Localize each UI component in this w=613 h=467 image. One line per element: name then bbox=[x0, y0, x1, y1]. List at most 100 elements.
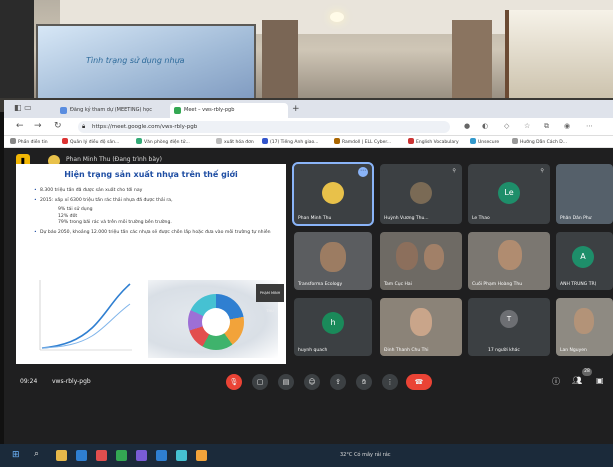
people-count-badge: 28 bbox=[582, 368, 592, 376]
chat-icon[interactable]: ▣ bbox=[596, 376, 604, 385]
bookmark-label: (17) Tiếng Anh giao... bbox=[270, 140, 319, 145]
video-face bbox=[410, 308, 432, 336]
avatar: T bbox=[500, 310, 518, 328]
bookmark-item[interactable]: Hướng Dẫn Cách D... bbox=[512, 138, 567, 145]
dark-wall bbox=[0, 0, 34, 110]
others-tile[interactable]: T 17 người khác bbox=[468, 298, 550, 356]
app-icon[interactable] bbox=[196, 450, 207, 461]
tab-bar: ◧ ▭ Đăng ký tham dự (MEETING) học Meet –… bbox=[4, 100, 613, 118]
bookmark-label: Quản lý điều độ sản... bbox=[70, 140, 120, 145]
url-field[interactable]: 🔒︎ https://meet.google.com/vws-rbly-pgb bbox=[78, 121, 450, 133]
tab-meet[interactable]: Meet – vws-rbly-pgb bbox=[170, 103, 288, 118]
slide-sub-bullet: 9% tái sử dụng bbox=[58, 207, 93, 213]
slide-bullet: Dự báo 2050, khoảng 12.000 triệu tấn các… bbox=[34, 230, 274, 237]
chrome-icon[interactable] bbox=[116, 450, 127, 461]
search-icon[interactable]: ⌕ bbox=[34, 449, 39, 459]
meeting-code: vws-rbly-pgb bbox=[52, 378, 91, 385]
participant-name: ANH TRUNG TRỊ bbox=[560, 282, 596, 287]
favorite-icon[interactable]: ☆ bbox=[524, 122, 530, 130]
projector-screen: Tình trạng sử dụng nhựa bbox=[36, 24, 256, 104]
forward-icon[interactable]: → bbox=[34, 121, 42, 131]
bookmark-label: xuất hóa đơn bbox=[224, 140, 254, 145]
participant-tile[interactable]: ⋯ Phan Minh Thu bbox=[292, 162, 374, 226]
browser-window: ◧ ▭ Đăng ký tham dự (MEETING) học Meet –… bbox=[4, 100, 613, 452]
ceiling-light bbox=[330, 12, 344, 22]
mic-toggle-button[interactable]: 🎙︎ bbox=[226, 374, 242, 390]
participant-tile[interactable]: Phân Dân Phư bbox=[556, 164, 613, 224]
bookmark-item[interactable]: xuất hóa đơn bbox=[216, 138, 254, 145]
tab-registration[interactable]: Đăng ký tham dự (MEETING) học bbox=[56, 103, 166, 118]
bookmark-item[interactable]: Unsecure bbox=[470, 138, 499, 145]
bookmark-item[interactable]: Quản lý điều độ sản... bbox=[62, 138, 119, 145]
participant-name: Tam Cục Hai bbox=[384, 282, 412, 287]
camera-toggle-button[interactable]: ▢ bbox=[252, 374, 268, 390]
window-menu-icon[interactable]: ◧ ▭ bbox=[14, 103, 32, 112]
extension-icon[interactable]: ◐ bbox=[482, 122, 488, 130]
app-icon[interactable] bbox=[96, 450, 107, 461]
participant-name: Phan Minh Thu bbox=[298, 216, 332, 221]
participant-name: Transforma Ecology bbox=[298, 282, 343, 287]
emoji-button[interactable]: ☺ bbox=[304, 374, 320, 390]
extension-icon[interactable]: ● bbox=[464, 122, 470, 130]
participant-tile[interactable]: Cuối Phạm Hoàng Thu bbox=[468, 232, 550, 290]
file-explorer-icon[interactable] bbox=[56, 450, 67, 461]
participant-tile[interactable]: Lan Nguyen bbox=[556, 298, 613, 356]
tab-favicon-icon bbox=[60, 107, 67, 114]
photo-root: Tình trạng sử dụng nhựa ◧ ▭ Đăng ký tham… bbox=[0, 0, 613, 467]
bookmark-item[interactable]: Ramdoll | ELL Cyber... bbox=[334, 138, 391, 145]
bookmark-item[interactable]: (17) Tiếng Anh giao... bbox=[262, 138, 318, 145]
present-button[interactable]: ⇪ bbox=[330, 374, 346, 390]
app-icon[interactable] bbox=[136, 450, 147, 461]
slide-sub-bullet: 79% trong bãi rác và trên môi trường bên… bbox=[58, 220, 172, 226]
bookmark-label: Ramdoll | ELL Cyber... bbox=[342, 140, 392, 145]
bookmark-item[interactable]: Văn phòng điện tử... bbox=[136, 138, 190, 145]
bookmark-item[interactable]: Phần điền tin bbox=[10, 138, 48, 145]
bookmarks-bar: Phần điền tin Quản lý điều độ sản... Văn… bbox=[4, 136, 613, 148]
extension-icon[interactable]: ◇ bbox=[504, 122, 509, 130]
new-tab-button[interactable]: + bbox=[292, 104, 300, 114]
windows-start-icon[interactable]: ⊞ bbox=[12, 450, 20, 460]
raise-hand-button[interactable]: ✋︎ bbox=[356, 374, 372, 390]
video-face bbox=[396, 242, 418, 270]
people-icon[interactable]: 👥︎ bbox=[572, 376, 582, 385]
participant-tile[interactable]: Tam Cục Hai bbox=[380, 232, 462, 290]
edge-icon[interactable] bbox=[76, 450, 87, 461]
weather-tray[interactable]: 32°C Có mây rải rác bbox=[340, 452, 391, 458]
participant-name: Đinh Thanh Chu Thi bbox=[384, 348, 429, 353]
participant-name: huynh quach bbox=[298, 348, 328, 353]
participant-tile[interactable]: Đinh Thanh Chu Thi bbox=[380, 298, 462, 356]
profile-icon[interactable]: ◉ bbox=[564, 122, 570, 130]
lock-icon: 🔒︎ bbox=[82, 123, 86, 130]
bookmark-label: Văn phòng điện tử... bbox=[144, 140, 190, 145]
bookmark-item[interactable]: English Vocabulary bbox=[408, 138, 459, 145]
meet-area: ▮ Phan Minh Thu (Đang trình bày) Hiện tr… bbox=[4, 148, 613, 444]
participant-name: Cuối Phạm Hoàng Thu bbox=[472, 282, 523, 287]
app-icon[interactable] bbox=[176, 450, 187, 461]
collections-icon[interactable]: ⧉ bbox=[544, 122, 549, 131]
menu-icon[interactable]: ⋯ bbox=[586, 122, 593, 130]
bookmark-label: Phần điền tin bbox=[18, 140, 48, 145]
app-icon[interactable] bbox=[156, 450, 167, 461]
slide-bullet: 8.300 triệu tấn đã được sản xuất cho tới… bbox=[34, 188, 274, 195]
mic-off-icon: ⚲ bbox=[540, 168, 544, 174]
reload-icon[interactable]: ↻ bbox=[54, 121, 62, 131]
more-options-icon[interactable]: ⋯ bbox=[358, 167, 368, 177]
participant-tile[interactable]: Transforma Ecology bbox=[294, 232, 372, 290]
info-icon[interactable]: ⓘ bbox=[552, 376, 560, 387]
participant-tile[interactable]: ⚲ Le Le Thao bbox=[468, 164, 550, 224]
leave-call-button[interactable]: ☎︎ bbox=[406, 374, 432, 390]
meeting-time: 09:24 bbox=[20, 378, 38, 385]
bookmark-label: English Vocabulary bbox=[416, 140, 459, 145]
back-icon[interactable]: ← bbox=[16, 121, 24, 131]
slide-title: Hiện trạng sản xuất nhựa trên thế giới bbox=[64, 170, 238, 179]
captions-button[interactable]: ▤ bbox=[278, 374, 294, 390]
video-face bbox=[574, 308, 594, 334]
participant-tile[interactable]: A ANH TRUNG TRỊ bbox=[556, 232, 613, 290]
avatar: A bbox=[572, 246, 594, 268]
participant-tile[interactable]: ⚲ Huỳnh Vương Thu... bbox=[380, 164, 462, 224]
donut-chart bbox=[188, 294, 244, 350]
growth-chart bbox=[39, 280, 132, 351]
avatar: Le bbox=[498, 182, 520, 204]
more-options-button[interactable]: ⋮ bbox=[382, 374, 398, 390]
participant-tile[interactable]: h huynh quach bbox=[294, 298, 372, 356]
